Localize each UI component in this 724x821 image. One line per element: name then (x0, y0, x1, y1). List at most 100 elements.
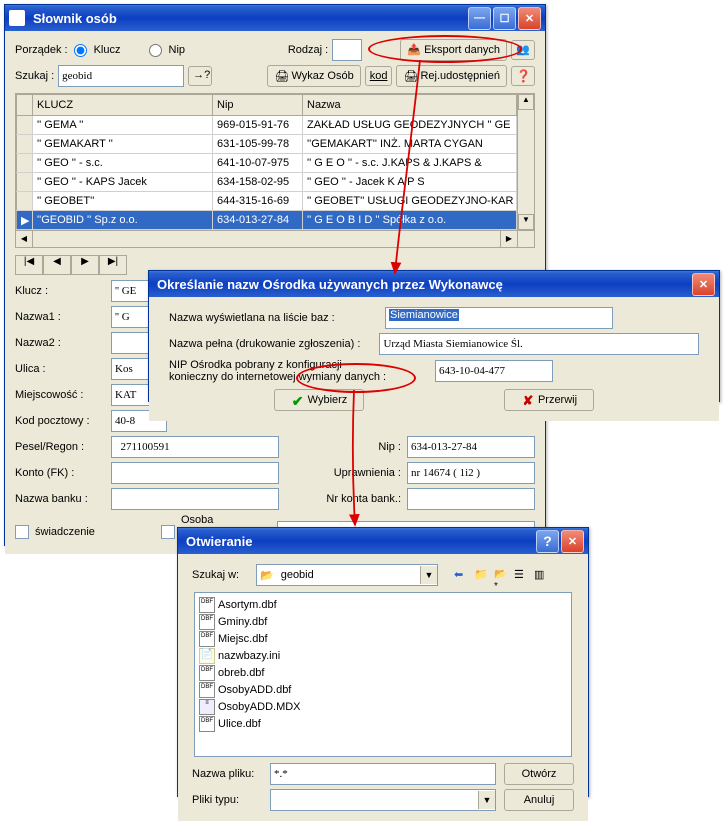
filename-input[interactable] (270, 763, 496, 785)
filetype-dropdown[interactable]: ▼ (270, 789, 496, 811)
konto-field[interactable] (111, 462, 279, 484)
radio-klucz-label: Klucz (94, 44, 121, 56)
table-row[interactable]: '' GEMAKART ''631-105-99-78''GEMAKART'' … (17, 135, 517, 154)
swiad-checkbox[interactable] (15, 525, 29, 539)
nav-next[interactable]: ▶ (71, 255, 99, 275)
nrk-label: Nr konta bank.: (326, 493, 401, 505)
open-title: Otwieranie (182, 534, 536, 549)
file-item[interactable]: nazwbazy.ini (199, 648, 319, 664)
people-button[interactable] (511, 40, 535, 60)
file-item[interactable]: Ulice.dbf (199, 716, 319, 732)
upr-label: Uprawnienia : (334, 467, 401, 479)
nip-label: Nip : (378, 441, 401, 453)
table-row[interactable]: ▶''GEOBID '' Sp.z o.o.634-013-27-84'' G … (17, 211, 517, 230)
open-dialog: Otwieranie ? ✕ Szukaj w: 📂 geobid ▼ Asor… (177, 527, 589, 797)
dialog-title: Określanie nazw Ośrodka używanych przez … (153, 277, 692, 292)
nip-line2: konieczny do internetowej wymiany danych… (169, 371, 429, 383)
bank-label: Nazwa banku : (15, 493, 105, 505)
file-item[interactable]: OsobyADD.MDX (199, 699, 319, 715)
ulica-label: Ulica : (15, 363, 105, 375)
dbf-icon (199, 614, 215, 630)
nrk-field[interactable] (407, 488, 535, 510)
back-icon[interactable] (454, 568, 468, 582)
rodzaj-input[interactable] (332, 39, 362, 61)
dbf-icon (199, 716, 215, 732)
col-nip[interactable]: Nip (213, 95, 303, 116)
help-button[interactable]: ? (536, 530, 559, 553)
nip-field[interactable] (407, 436, 535, 458)
folder-dropdown[interactable]: 📂 geobid ▼ (256, 564, 438, 586)
table-row[interactable]: '' GEOBET''644-315-16-69'' GEOBET'' USŁU… (17, 192, 517, 211)
titlebar[interactable]: Otwieranie ? ✕ (178, 528, 588, 554)
order-label: Porządek : (15, 44, 68, 56)
minimize-button[interactable]: — (468, 7, 491, 30)
radio-nip[interactable] (149, 44, 162, 57)
file-item[interactable]: Asortym.dbf (199, 597, 319, 613)
check-icon (291, 393, 305, 407)
nav-last[interactable]: ▶| (99, 255, 127, 275)
help-button[interactable] (511, 66, 535, 86)
table-row[interactable]: '' GEO '' - KAPS Jacek634-158-02-95'' GE… (17, 173, 517, 192)
osoba-checkbox[interactable] (161, 525, 175, 539)
people-table[interactable]: KLUCZ Nip Nazwa '' GEMA ''969-015-91-76Z… (16, 94, 517, 230)
kod-label: Kod pocztowy : (15, 415, 105, 427)
pesel-field[interactable] (111, 436, 279, 458)
details-view-icon[interactable] (534, 568, 548, 582)
miejsc-label: Miejscowość : (15, 389, 105, 401)
filetype-label: Pliki typu: (192, 794, 262, 806)
file-item[interactable]: Miejsc.dbf (199, 631, 319, 647)
close-button[interactable]: ✕ (518, 7, 541, 30)
fullname-label: Nazwa pełna (drukowanie zgłoszenia) : (169, 338, 373, 350)
cancel-button[interactable]: Anuluj (504, 789, 574, 811)
listname-field[interactable]: Siemianowice (385, 307, 613, 329)
file-list[interactable]: Asortym.dbfGminy.dbfMiejsc.dbfnazwbazy.i… (194, 592, 572, 757)
klucz-label: Klucz : (15, 285, 105, 297)
file-item[interactable]: obreb.dbf (199, 665, 319, 681)
wykaz-button[interactable]: Wykaz Osób (267, 65, 360, 87)
dbf-icon (199, 597, 215, 613)
fullname-field[interactable] (379, 333, 699, 355)
new-folder-icon[interactable] (494, 568, 508, 582)
radio-klucz[interactable] (74, 44, 87, 57)
swiad-label: świadczenie (35, 526, 125, 538)
titlebar[interactable]: Słownik osób — ☐ ✕ (5, 5, 545, 31)
list-view-icon[interactable] (514, 568, 528, 582)
mdx-icon (199, 699, 215, 715)
horizontal-scrollbar[interactable]: ◀ ▶ (16, 230, 534, 247)
cross-icon (521, 393, 535, 407)
file-item[interactable]: Gminy.dbf (199, 614, 319, 630)
table-row[interactable]: '' GEMA ''969-015-91-76ZAKŁAD USŁUG GEOD… (17, 116, 517, 135)
rej-button[interactable]: Rej.udostępnień (396, 65, 507, 87)
radio-nip-label: Nip (169, 44, 186, 56)
find-next-button[interactable] (188, 66, 212, 86)
table-row[interactable]: '' GEO '' - s.c.641-10-07-975 '' G E O '… (17, 154, 517, 173)
export-button[interactable]: Eksport danych (400, 39, 507, 61)
open-button[interactable]: Otwórz (504, 763, 574, 785)
vertical-scrollbar[interactable]: ▲ ▼ (517, 94, 534, 230)
nazwa2-label: Nazwa2 : (15, 337, 105, 349)
help-icon (516, 69, 530, 83)
close-button[interactable]: ✕ (692, 273, 715, 296)
printer-icon (274, 69, 288, 83)
titlebar[interactable]: Określanie nazw Ośrodka używanych przez … (149, 271, 719, 297)
naming-dialog: Określanie nazw Ośrodka używanych przez … (148, 270, 720, 402)
folder-up-icon[interactable] (474, 568, 488, 582)
wybierz-button[interactable]: Wybierz (274, 389, 364, 411)
col-klucz[interactable]: KLUCZ (33, 95, 213, 116)
search-input[interactable] (58, 65, 184, 87)
upr-field[interactable] (407, 462, 535, 484)
listname-label: Nazwa wyświetlana na liście baz : (169, 312, 379, 324)
maximize-button[interactable]: ☐ (493, 7, 516, 30)
dbf-icon (199, 631, 215, 647)
close-button[interactable]: ✕ (561, 530, 584, 553)
nip-config-field[interactable] (435, 360, 553, 382)
bank-field[interactable] (111, 488, 279, 510)
nav-prev[interactable]: ◀ (43, 255, 71, 275)
file-item[interactable]: OsobyADD.dbf (199, 682, 319, 698)
nazwa1-label: Nazwa1 : (15, 311, 105, 323)
kod-button[interactable]: kod (365, 66, 393, 86)
nav-first[interactable]: |◀ (15, 255, 43, 275)
przerwij-button[interactable]: Przerwij (504, 389, 594, 411)
folder-name: geobid (277, 569, 420, 581)
col-nazwa[interactable]: Nazwa (303, 95, 517, 116)
